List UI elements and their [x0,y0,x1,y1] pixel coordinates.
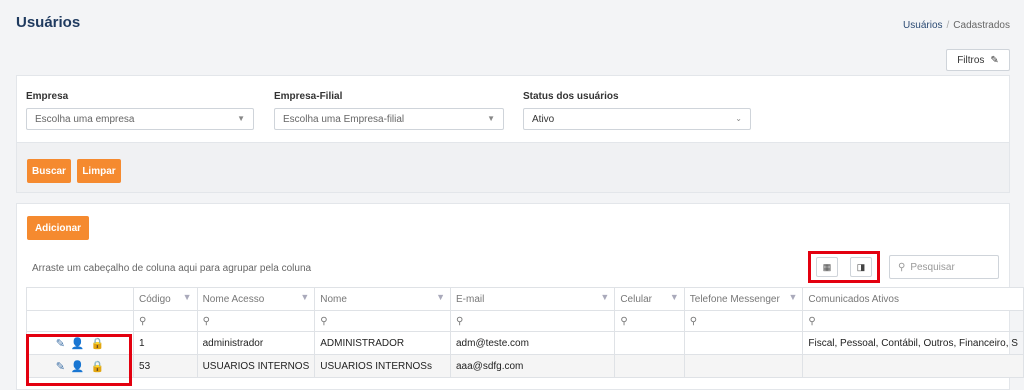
column-header-celular[interactable]: Celular ▼ [614,287,685,311]
column-header-nome-acesso[interactable]: Nome Acesso ▼ [196,287,316,311]
cell-celular [614,331,685,355]
status-select-value: Ativo [532,114,555,125]
chevron-down-icon: ⌄ [735,114,742,123]
column-header-email[interactable]: E-mail ▼ [449,287,616,311]
actions-column-header [25,287,135,311]
users-table: Código ▼ Nome Acesso ▼ Nome ▼ E-mail ▼ Celul… [25,287,1024,378]
column-header-comunicados[interactable]: Comunicados Ativos [802,287,1024,311]
filter-row: ⚲ ⚲ ⚲ ⚲ ⚲ ⚲ ⚲ [25,310,1024,332]
table-header-row: Código ▼ Nome Acesso ▼ Nome ▼ E-mail ▼ Celul… [25,287,1024,311]
cell-codigo: 53 [133,354,198,378]
cell-nome: USUARIOS INTERNOSs [314,354,451,378]
search-icon: ⚲ [455,315,464,327]
filter-action-bar [16,143,1010,193]
search-icon: ⚲ [139,315,147,327]
filter-icon[interactable]: ▼ [300,292,309,302]
cell-email: adm@teste.com [449,331,616,355]
filter-cell [25,310,135,332]
column-header-label: Telefone Messenger [689,293,780,305]
filter-cell[interactable]: ⚲ [314,310,451,332]
cell-nome-acesso: USUARIOS INTERNOS [196,354,316,378]
cell-nome: ADMINISTRADOR [314,331,451,355]
grid-search-placeholder: Pesquisar [910,261,955,273]
empresa-filial-select-placeholder: Escolha uma Empresa-filial [283,114,405,125]
column-header-label: E-mail [455,293,485,305]
filter-cell[interactable]: ⚲ [449,310,616,332]
row-actions-highlight [26,334,132,386]
search-icon: ⚲ [320,315,328,327]
empresa-select-placeholder: Escolha uma empresa [35,114,135,125]
cell-comunicados: Fiscal, Pessoal, Contábil, Outros, Finan… [802,331,1024,355]
table-row[interactable]: ✎ 👤 🔒 1 administrador ADMINISTRADOR adm@te… [25,331,1024,355]
filter-cell[interactable]: ⚲ [802,310,1024,332]
column-header-label: Nome [320,293,347,305]
search-icon: ⚲ [808,315,816,327]
filter-icon[interactable]: ▼ [788,292,797,302]
cell-nome-acesso: administrador [196,331,316,355]
filter-cell[interactable]: ⚲ [133,310,198,332]
add-button[interactable]: Adicionar [27,216,89,240]
search-icon: ⚲ [202,315,210,327]
empresa-label: Empresa [26,91,69,102]
column-header-nome[interactable]: Nome ▼ [314,287,451,311]
page-title: Usuários [16,14,81,31]
column-header-codigo[interactable]: Código ▼ [133,287,198,311]
filter-cell[interactable]: ⚲ [614,310,685,332]
column-header-label: Celular [620,293,653,305]
pin-icon: ✎ [990,54,999,66]
filters-toggle-label: Filtros [957,54,985,66]
cell-telefone [683,354,804,378]
column-header-label: Código [139,293,171,305]
search-icon: ⚲ [898,261,906,273]
table-row[interactable]: ✎ 👤 🔒 53 USUARIOS INTERNOS USUARIOS INTERN… [25,354,1024,378]
search-icon: ⚲ [620,315,628,327]
cell-codigo: 1 [133,331,198,355]
status-label: Status dos usuários [523,91,619,102]
column-header-label: Comunicados Ativos [808,293,899,305]
breadcrumb-separator: / [946,20,950,31]
breadcrumb: Usuários / Cadastrados [903,20,1010,31]
filter-icon[interactable]: ▼ [600,292,609,302]
breadcrumb-current[interactable]: Usuários [903,20,942,31]
clear-button[interactable]: Limpar [77,159,121,183]
empresa-select[interactable]: Escolha uma empresa ▼ [26,108,254,130]
filter-cell[interactable]: ⚲ [683,310,804,332]
search-icon: ⚲ [689,315,698,327]
filters-toggle-button[interactable]: Filtros ✎ [946,49,1010,71]
search-button[interactable]: Buscar [27,159,71,183]
chevron-down-icon: ▼ [487,114,495,123]
filter-icon[interactable]: ▼ [670,292,679,302]
column-chooser-icon[interactable]: ◨ [850,257,872,277]
export-excel-icon[interactable]: ▦ [816,257,838,277]
filter-cell[interactable]: ⚲ [196,310,316,332]
cell-comunicados [802,354,1024,378]
breadcrumb-parent: Cadastrados [953,20,1010,31]
status-select[interactable]: Ativo ⌄ [523,108,751,130]
group-by-hint: Arraste um cabeçalho de coluna aqui para… [32,263,312,274]
chevron-down-icon: ▼ [237,114,245,123]
empresa-filial-label: Empresa-Filial [274,91,343,102]
filter-icon[interactable]: ▼ [436,292,445,302]
cell-email: aaa@sdfg.com [449,354,616,378]
column-header-telefone[interactable]: Telefone Messenger ▼ [683,287,804,311]
cell-telefone [683,331,804,355]
column-header-label: Nome Acesso [202,293,265,305]
cell-celular [614,354,685,378]
grid-search-input[interactable]: ⚲ Pesquisar [889,255,999,279]
empresa-filial-select[interactable]: Escolha uma Empresa-filial ▼ [274,108,504,130]
export-buttons-group: ▦ ◨ [808,251,880,283]
filter-icon[interactable]: ▼ [183,292,192,302]
